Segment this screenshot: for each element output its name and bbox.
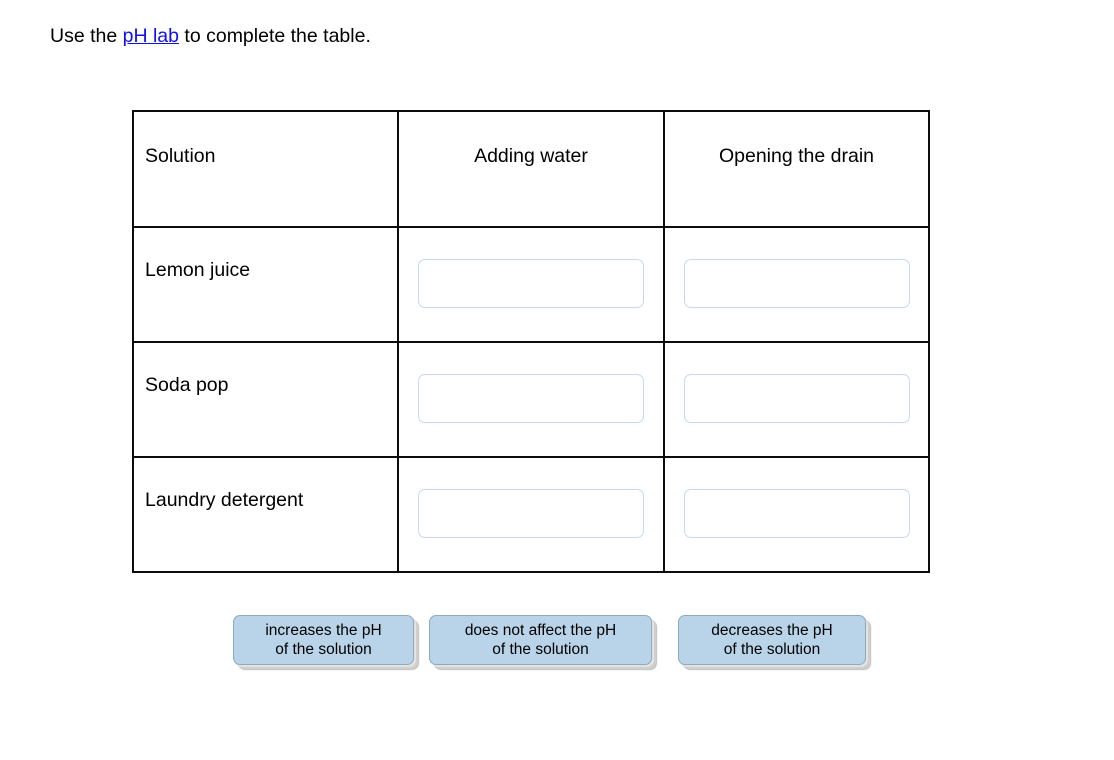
dropzone-lemon-juice-opening-the-drain[interactable] — [683, 259, 910, 308]
table-row: Lemon juice — [132, 226, 930, 343]
table-cell-adding-water — [397, 456, 665, 573]
row-label-laundry-detergent: Laundry detergent — [145, 489, 304, 511]
table-cell-adding-water — [397, 226, 665, 343]
answer-tile-label: increases the pH of the solution — [265, 622, 382, 658]
table-header-cell-solution: Solution — [132, 110, 399, 228]
table-cell-opening-the-drain — [663, 226, 930, 343]
dropzone-soda-pop-opening-the-drain[interactable] — [683, 374, 910, 423]
table-cell-opening-the-drain — [663, 456, 930, 573]
answer-tile-label: decreases the pH of the solution — [711, 622, 833, 658]
ph-lab-link[interactable]: pH lab — [123, 25, 179, 47]
table-row: Laundry detergent — [132, 456, 930, 573]
table-header-cell-opening-the-drain: Opening the drain — [663, 110, 930, 228]
row-label-lemon-juice: Lemon juice — [145, 259, 251, 281]
dropzone-soda-pop-adding-water[interactable] — [418, 374, 644, 423]
dropzone-lemon-juice-adding-water[interactable] — [418, 259, 644, 308]
instruction-text-before: Use the — [50, 25, 123, 47]
answer-tile-increases-ph[interactable]: increases the pH of the solution — [233, 615, 414, 665]
header-label-opening-the-drain: Opening the drain — [718, 145, 875, 167]
answer-tile-decreases-ph[interactable]: decreases the pH of the solution — [678, 615, 866, 665]
ph-effects-table-container: Solution Adding water Opening the drain — [132, 110, 930, 573]
instruction-text: Use the pH lab to complete the table. — [50, 23, 371, 49]
instruction-text-after: to complete the table. — [179, 25, 371, 47]
table-cell-solution-name: Lemon juice — [132, 226, 399, 343]
table-row: Soda pop — [132, 341, 930, 458]
table-header-row: Solution Adding water Opening the drain — [132, 110, 930, 228]
row-label-soda-pop: Soda pop — [145, 374, 229, 396]
table-cell-opening-the-drain — [663, 341, 930, 458]
table-cell-solution-name: Soda pop — [132, 341, 399, 458]
answer-tile-label: does not affect the pH of the solution — [464, 622, 617, 658]
ph-effects-table: Solution Adding water Opening the drain — [132, 110, 930, 573]
table-cell-adding-water — [397, 341, 665, 458]
table-header-cell-adding-water: Adding water — [397, 110, 665, 228]
dropzone-laundry-detergent-adding-water[interactable] — [418, 489, 644, 538]
dropzone-laundry-detergent-opening-the-drain[interactable] — [683, 489, 910, 538]
header-label-adding-water: Adding water — [474, 145, 588, 167]
header-label-solution: Solution — [145, 145, 216, 167]
table-cell-solution-name: Laundry detergent — [132, 456, 399, 573]
answer-tile-does-not-affect-ph[interactable]: does not affect the pH of the solution — [429, 615, 652, 665]
